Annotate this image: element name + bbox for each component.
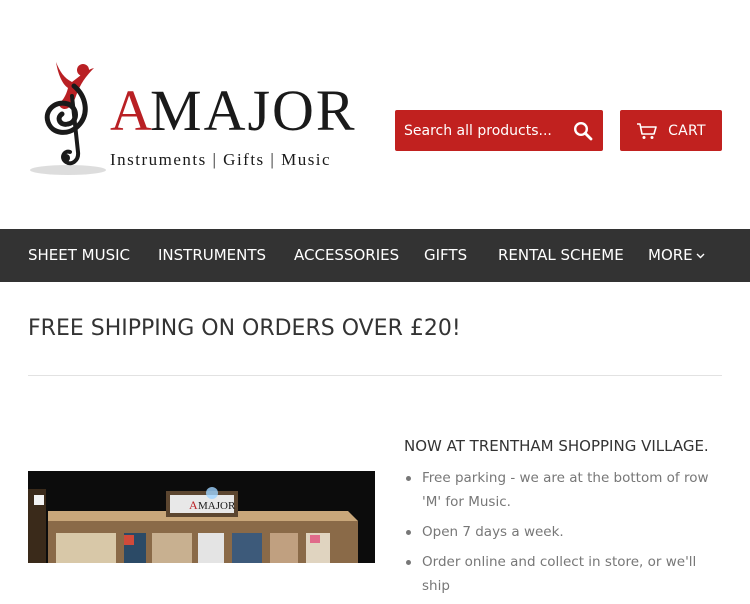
- announcement-banner: FREE SHIPPING ON ORDERS OVER £20!: [28, 316, 461, 341]
- nav-item-more-label: MORE: [648, 246, 693, 264]
- nav-item-sheet-music[interactable]: SHEET MUSIC: [28, 229, 130, 282]
- search-input[interactable]: [395, 110, 555, 151]
- cart-button[interactable]: CART: [620, 110, 722, 151]
- main-navigation: SHEET MUSIC INSTRUMENTS ACCESSORIES GIFT…: [0, 229, 750, 282]
- list-item: Order online and collect in store, or we…: [404, 550, 722, 598]
- site-logo[interactable]: A MAJOR Instruments | Gifts | Music: [28, 56, 368, 180]
- nav-item-instruments[interactable]: INSTRUMENTS: [158, 229, 266, 282]
- nav-item-gifts[interactable]: GIFTS: [424, 229, 467, 282]
- site-header: A MAJOR Instruments | Gifts | Music CART: [0, 0, 750, 229]
- cart-icon: [637, 122, 657, 139]
- logo-wordmark: MAJOR: [150, 78, 357, 143]
- cart-label: CART: [668, 122, 706, 139]
- store-front-illustration: A MAJOR: [28, 471, 375, 563]
- list-item: Free parking - we are at the bottom of r…: [404, 466, 722, 514]
- logo-letter-a: A: [110, 78, 153, 143]
- store-info-title: NOW AT TRENTHAM SHOPPING VILLAGE.: [404, 437, 709, 455]
- store-sign-text: MAJOR: [198, 500, 236, 512]
- nav-item-more[interactable]: MORE: [648, 229, 705, 282]
- store-sign-letter: A: [189, 498, 198, 512]
- store-front-photo: A MAJOR: [28, 471, 375, 563]
- chevron-down-icon: [696, 253, 705, 258]
- divider: [28, 375, 722, 376]
- nav-item-accessories[interactable]: ACCESSORIES: [294, 229, 399, 282]
- store-info-list: Free parking - we are at the bottom of r…: [404, 466, 722, 604]
- treble-clef-logo-icon: [30, 62, 106, 175]
- nav-item-rental-scheme[interactable]: RENTAL SCHEME: [498, 229, 624, 282]
- list-item: Open 7 days a week.: [404, 520, 722, 544]
- logo-tagline: Instruments | Gifts | Music: [110, 150, 332, 169]
- search-icon[interactable]: [573, 121, 593, 141]
- search-form: [395, 110, 603, 151]
